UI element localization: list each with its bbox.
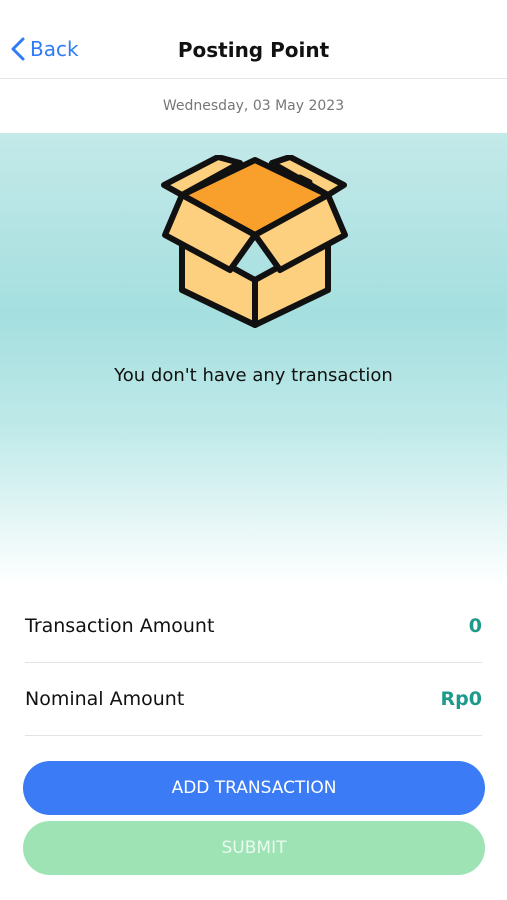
app-header: Back Posting Point <box>0 0 507 79</box>
transaction-amount-value: 0 <box>468 615 482 637</box>
empty-state-message: You don't have any transaction <box>114 365 393 386</box>
submit-button[interactable]: SUBMIT <box>23 821 485 875</box>
transaction-amount-row: Transaction Amount 0 <box>25 590 482 663</box>
nominal-amount-label: Nominal Amount <box>25 688 185 710</box>
nominal-amount-value: Rp0 <box>440 688 482 710</box>
nominal-amount-row: Nominal Amount Rp0 <box>25 663 482 736</box>
empty-box-icon <box>161 155 348 328</box>
empty-state-panel: You don't have any transaction <box>0 133 507 585</box>
date-label: Wednesday, 03 May 2023 <box>0 79 507 133</box>
add-transaction-button[interactable]: ADD TRANSACTION <box>23 761 485 815</box>
page-title: Posting Point <box>177 38 330 62</box>
transaction-amount-label: Transaction Amount <box>25 615 215 637</box>
